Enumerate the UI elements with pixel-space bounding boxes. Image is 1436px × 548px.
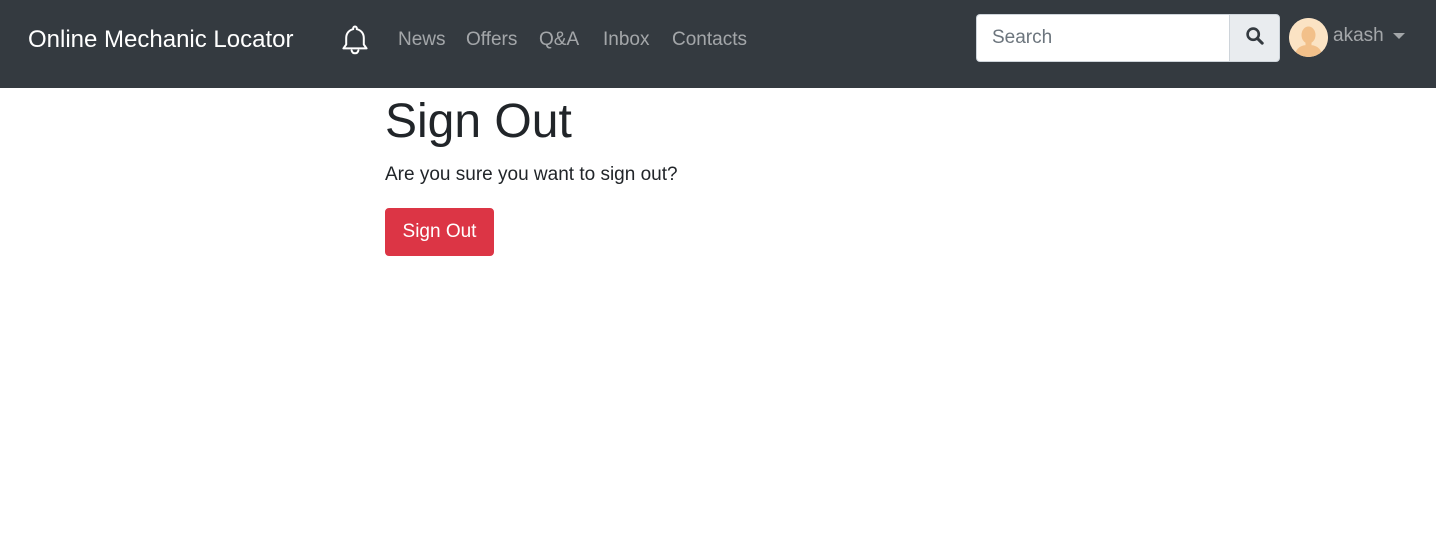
caret-down-icon xyxy=(1393,33,1405,39)
nav-link-qa[interactable]: Q&A xyxy=(539,26,579,54)
sign-out-button[interactable]: Sign Out xyxy=(385,208,494,256)
user-dropdown-toggle[interactable]: akash xyxy=(1289,17,1411,57)
nav-link-news[interactable]: News xyxy=(398,26,446,54)
nav-link-inbox[interactable]: Inbox xyxy=(603,26,649,54)
page-title: Sign Out xyxy=(385,95,572,148)
avatar-icon xyxy=(1289,18,1328,57)
search-icon xyxy=(1245,26,1265,51)
nav-link-offers[interactable]: Offers xyxy=(466,26,517,54)
search-button[interactable] xyxy=(1229,14,1280,62)
brand-link[interactable]: Online Mechanic Locator xyxy=(28,24,293,56)
top-navbar: Online Mechanic Locator News Offers Q&A … xyxy=(0,0,1436,88)
username-label: akash xyxy=(1333,25,1384,46)
nav-link-contacts[interactable]: Contacts xyxy=(672,26,747,54)
confirmation-message: Are you sure you want to sign out? xyxy=(385,164,678,185)
search-form xyxy=(976,14,1280,62)
bell-icon[interactable] xyxy=(338,23,372,57)
search-input[interactable] xyxy=(976,14,1230,62)
